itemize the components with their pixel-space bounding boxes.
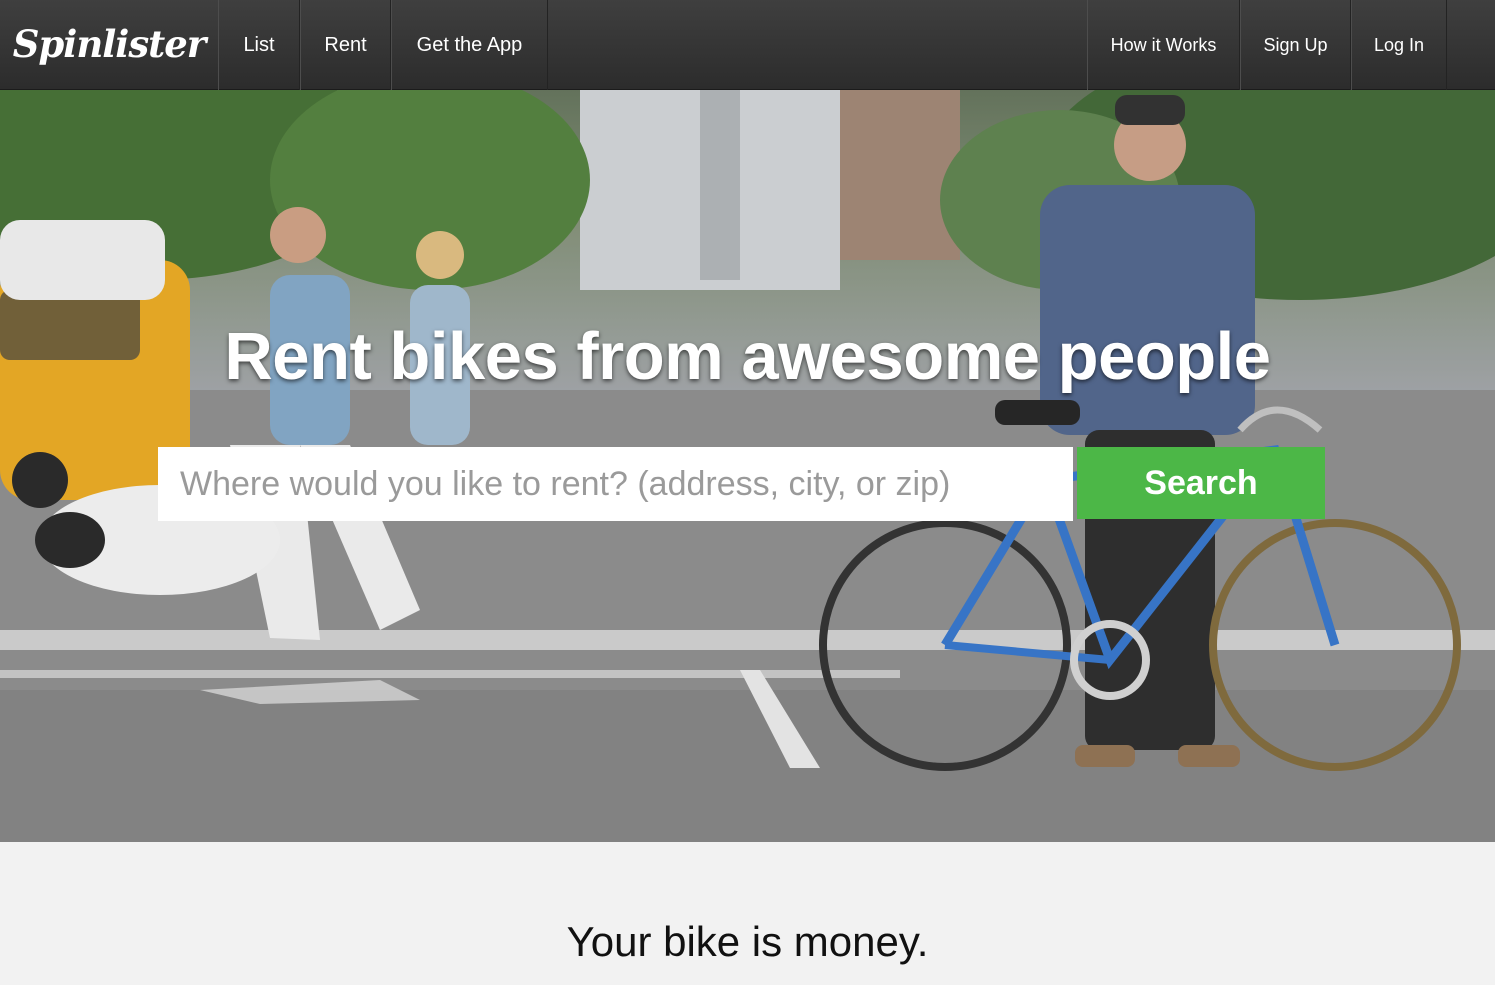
nav-link-sign-up[interactable]: Sign Up bbox=[1240, 0, 1351, 90]
nav-link-log-in[interactable]: Log In bbox=[1351, 0, 1447, 90]
nav-link-how-it-works[interactable]: How it Works bbox=[1087, 0, 1240, 90]
section-tagline: Your bike is money. bbox=[566, 918, 929, 965]
nav-link-list[interactable]: List bbox=[218, 0, 300, 90]
hero-banner: Rent bikes from awesome people Search bbox=[0, 90, 1495, 842]
hero-headline: Rent bikes from awesome people bbox=[224, 319, 1271, 394]
location-search-input[interactable] bbox=[158, 447, 1073, 521]
logo[interactable]: Spinlister bbox=[0, 0, 219, 90]
top-nav: Spinlister List Rent Get the App How it … bbox=[0, 0, 1495, 90]
nav-link-rent[interactable]: Rent bbox=[300, 0, 391, 90]
search-button[interactable]: Search bbox=[1077, 447, 1325, 519]
nav-link-get-the-app[interactable]: Get the App bbox=[391, 0, 548, 90]
